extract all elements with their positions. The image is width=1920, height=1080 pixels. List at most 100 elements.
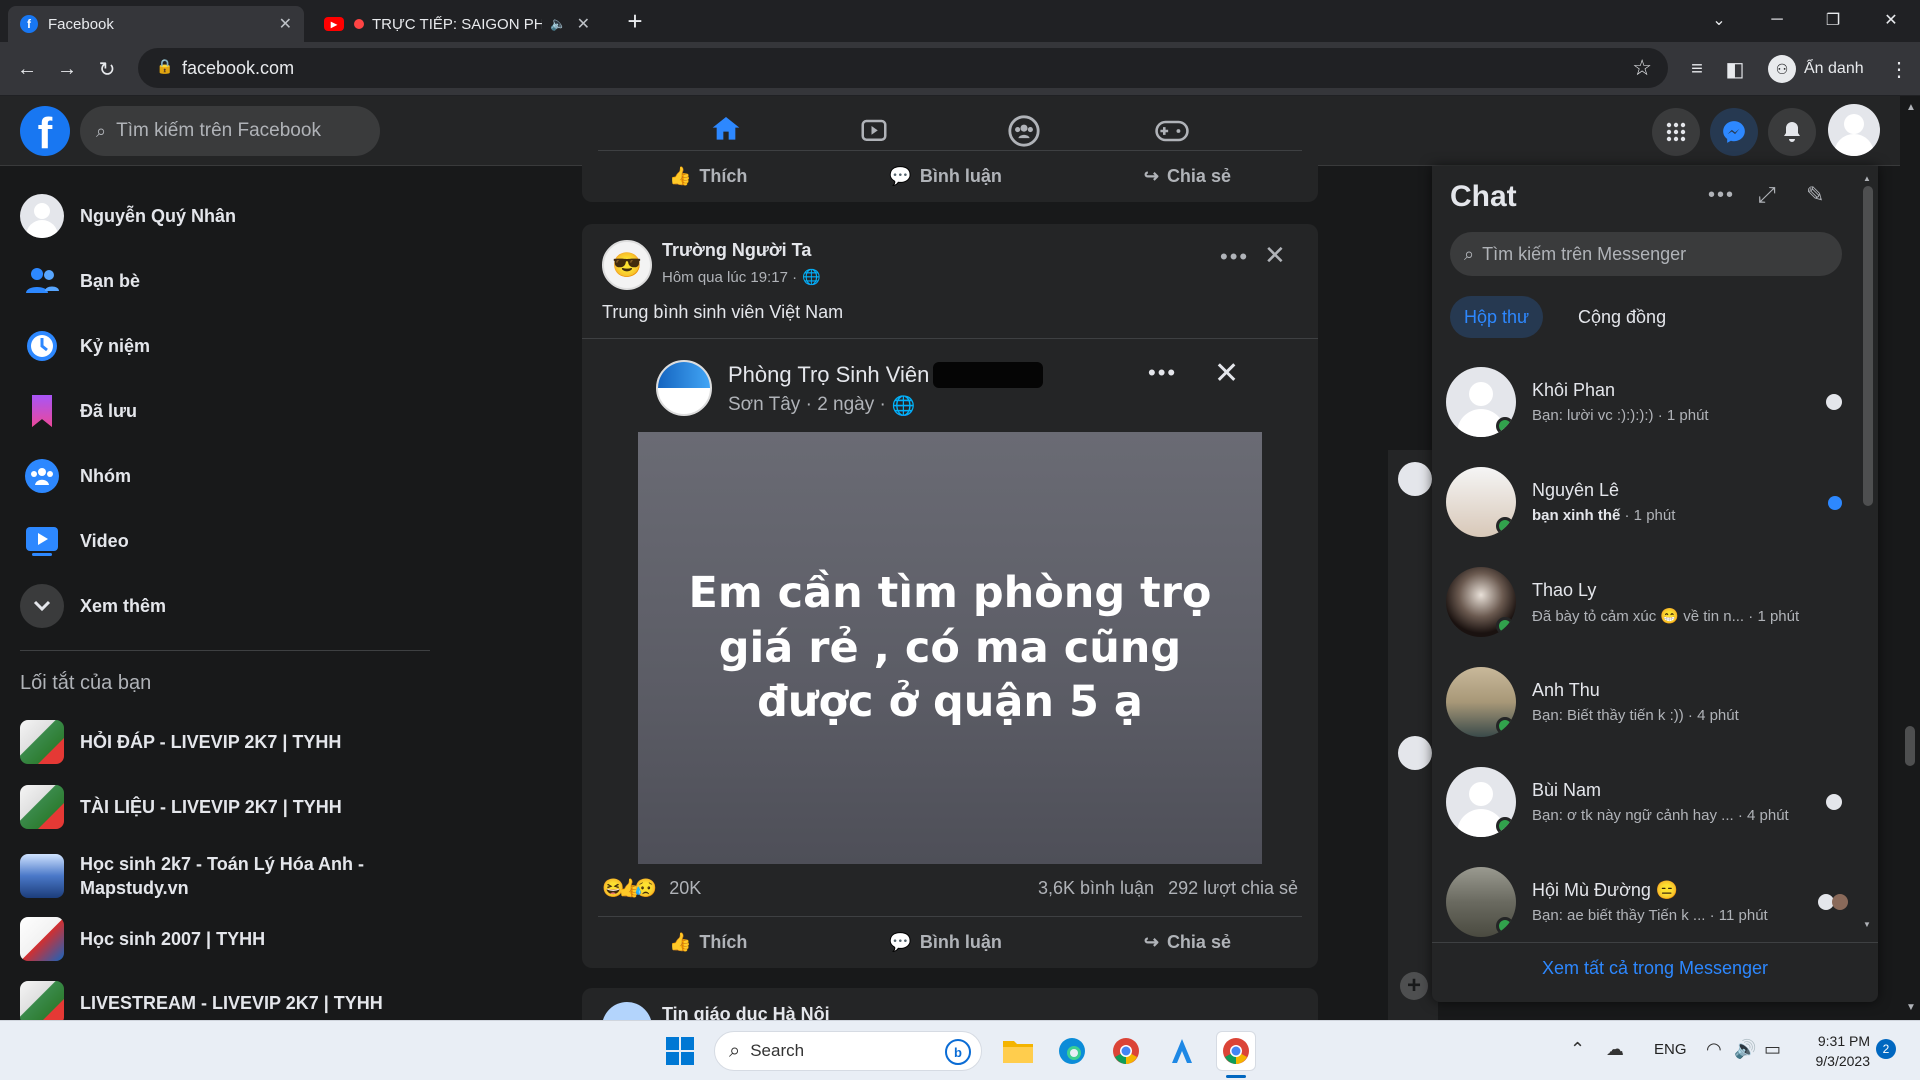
like-button[interactable]: 👍 Thích (669, 932, 747, 953)
cloud-offline-icon[interactable]: ☁ (1606, 1039, 1624, 1060)
author-avatar[interactable]: 😎 (602, 240, 652, 290)
close-tab-icon[interactable]: ✕ (279, 14, 292, 34)
facebook-logo[interactable]: f (20, 106, 70, 156)
sidebar-item-see-more[interactable]: Xem thêm (20, 577, 440, 635)
notifications-button[interactable] (1768, 108, 1816, 156)
scroll-up-icon[interactable]: ▲ (1906, 102, 1916, 113)
clock[interactable]: 9:31 PM 9/3/2023 (1802, 1031, 1871, 1071)
shortcut-item[interactable]: HỎI ĐÁP - LIVEVIP 2K7 | TYHH (20, 713, 440, 771)
minimize-icon[interactable]: ─ (1748, 0, 1806, 40)
sidebar-item-video[interactable]: Video (20, 512, 440, 570)
chat-scrollbar[interactable]: ▲ ▼ (1860, 166, 1876, 936)
tab-community[interactable]: Cộng đồng (1564, 296, 1680, 338)
scroll-down-icon[interactable]: ▼ (1863, 920, 1871, 930)
contact-avatar[interactable] (1398, 462, 1432, 496)
sidebar-item-profile[interactable]: Nguyễn Quý Nhân (20, 187, 440, 245)
post-author[interactable]: Trường Người Ta (662, 240, 811, 261)
bookmark-star-icon[interactable]: ☆ (1632, 55, 1652, 81)
address-bar[interactable]: 🔒 facebook.com ☆ (138, 48, 1668, 88)
file-explorer-icon[interactable] (998, 1031, 1038, 1071)
bing-icon[interactable]: b (945, 1039, 971, 1065)
contact-avatar[interactable] (1398, 736, 1432, 770)
shared-close-icon[interactable]: ✕ (1214, 356, 1239, 391)
comment-count[interactable]: 3,6K bình luận (1038, 878, 1154, 899)
reload-icon[interactable]: ↻ (92, 54, 122, 84)
share-count[interactable]: 292 lượt chia sẻ (1168, 878, 1298, 899)
expand-icon[interactable]: ⤢ (1758, 182, 1776, 208)
language-indicator[interactable]: ENG (1654, 1041, 1687, 1058)
shared-more-options-icon[interactable]: ••• (1148, 360, 1177, 386)
reading-list-icon[interactable]: ≡ (1682, 54, 1712, 84)
close-window-icon[interactable]: ✕ (1862, 0, 1920, 40)
sidebar-item-saved[interactable]: Đã lưu (20, 382, 440, 440)
new-tab-button[interactable]: + (620, 6, 650, 36)
wifi-icon[interactable]: ◠ (1706, 1039, 1722, 1060)
chat-options-icon[interactable]: ••• (1708, 184, 1735, 207)
restore-icon[interactable]: ❐ (1804, 0, 1862, 40)
close-tab-icon[interactable]: ✕ (577, 14, 590, 34)
active-indicator (1226, 1075, 1246, 1078)
shortcut-label: HỎI ĐÁP - LIVEVIP 2K7 | TYHH (80, 731, 342, 752)
close-post-icon[interactable]: ✕ (1264, 240, 1286, 271)
tab-youtube[interactable]: ▶ TRỰC TIẾP: SAIGON PHA 🔈 ✕ (312, 6, 602, 42)
shared-post-image[interactable]: Em cần tìm phòng trọ giá rẻ , có ma cũng… (638, 432, 1262, 864)
scrollbar-thumb[interactable] (1863, 186, 1873, 506)
conversation-row[interactable]: Anh Thu Bạn: Biết thầy tiến k :)) · 4 ph… (1446, 652, 1846, 752)
tab-inbox[interactable]: Hộp thư (1450, 296, 1544, 338)
tab-facebook[interactable]: f Facebook ✕ (8, 6, 304, 42)
conversation-row[interactable]: Hội Mù Đường 😑 Bạn: ae biết thầy Tiến k … (1446, 852, 1848, 952)
more-options-icon[interactable]: ••• (1220, 244, 1249, 270)
audio-playing-icon[interactable]: 🔈 (550, 16, 566, 32)
like-button[interactable]: 👍 Thích (669, 166, 747, 187)
sidebar-item-memories[interactable]: Kỷ niệm (20, 317, 440, 375)
menu-kebab-icon[interactable]: ⋮ (1884, 54, 1914, 84)
side-panel-icon[interactable]: ◧ (1720, 54, 1750, 84)
post-time[interactable]: Hôm qua lúc 19:17 · (662, 269, 797, 286)
tray-chevron-up-icon[interactable]: ⌃ (1570, 1039, 1585, 1060)
new-group-plus-icon[interactable]: + (1400, 972, 1428, 1000)
shortcut-item[interactable]: Học sinh 2007 | TYHH (20, 910, 440, 968)
taskbar-search[interactable]: ⌕ Search b (714, 1031, 982, 1071)
notification-badge[interactable]: 2 (1876, 1039, 1896, 1059)
facebook-search-input[interactable]: ⌕ Tìm kiếm trên Facebook (80, 106, 380, 156)
volume-icon[interactable]: 🔊 (1734, 1039, 1756, 1060)
comment-button[interactable]: 💬 Bình luận (889, 166, 1001, 187)
scrollbar-thumb[interactable] (1905, 726, 1915, 766)
left-sidebar: Nguyễn Quý Nhân Bạn bè Kỷ niệm Đã lưu Nh… (0, 166, 440, 1025)
sidebar-item-groups[interactable]: Nhóm (20, 447, 440, 505)
conversation-row[interactable]: Nguyên Lê bạn xinh thế · 1 phút (1446, 452, 1846, 552)
edge-icon[interactable] (1052, 1031, 1092, 1071)
conversation-row[interactable]: Khôi Phan Bạn: lười vc :):):):) · 1 phút (1446, 352, 1846, 452)
account-avatar[interactable] (1828, 104, 1880, 156)
forward-icon[interactable]: → (52, 54, 82, 84)
messenger-search-input[interactable]: ⌕ Tìm kiếm trên Messenger (1450, 232, 1842, 276)
scroll-down-icon[interactable]: ▼ (1906, 1002, 1916, 1013)
shortcut-item[interactable]: TÀI LIỆU - LIVEVIP 2K7 | TYHH (20, 778, 440, 836)
chat-dropdown: Chat ••• ⤢ ✎ ⌕ Tìm kiếm trên Messenger H… (1432, 166, 1878, 1002)
comment-button[interactable]: 💬 Bình luận (889, 932, 1001, 953)
new-message-icon[interactable]: ✎ (1806, 182, 1824, 208)
messenger-button[interactable] (1710, 108, 1758, 156)
battery-icon[interactable]: ▭ (1764, 1039, 1781, 1060)
search-icon: ⌕ (96, 120, 107, 141)
chrome-icon[interactable] (1106, 1031, 1146, 1071)
share-button[interactable]: ↪ Chia sẻ (1144, 932, 1231, 953)
sidebar-item-friends[interactable]: Bạn bè (20, 252, 440, 310)
chrome-active-icon[interactable] (1216, 1031, 1256, 1071)
conversation-row[interactable]: Bùi Nam Bạn: ơ tk này ngữ cảnh hay ... ·… (1446, 752, 1846, 852)
menu-grid-button[interactable] (1652, 108, 1700, 156)
tab-search-icon[interactable]: ⌄ (1690, 0, 1748, 40)
start-button[interactable] (660, 1031, 700, 1071)
back-icon[interactable]: ← (12, 54, 42, 84)
share-button[interactable]: ↪ Chia sẻ (1144, 166, 1231, 187)
shortcut-item[interactable]: Học sinh 2k7 - Toán Lý Hóa Anh - Mapstud… (20, 843, 440, 909)
shared-author-avatar[interactable] (656, 360, 712, 416)
app-store-icon[interactable] (1162, 1031, 1202, 1071)
see-all-messenger-link[interactable]: Xem tất cả trong Messenger (1432, 958, 1878, 979)
shared-author[interactable]: Phòng Trọ Sinh Viên (728, 362, 1044, 388)
reaction-summary[interactable]: 😆👍😥 20K (602, 878, 701, 899)
conversation-row[interactable]: Thao Ly Đã bày tỏ cảm xúc 😁 về tin n... … (1446, 552, 1846, 652)
page-scrollbar[interactable]: ▲ ▼ (1900, 96, 1920, 1020)
scroll-up-icon[interactable]: ▲ (1863, 174, 1871, 184)
incognito-profile-button[interactable]: ⚇ Ẩn danh (1762, 50, 1900, 88)
